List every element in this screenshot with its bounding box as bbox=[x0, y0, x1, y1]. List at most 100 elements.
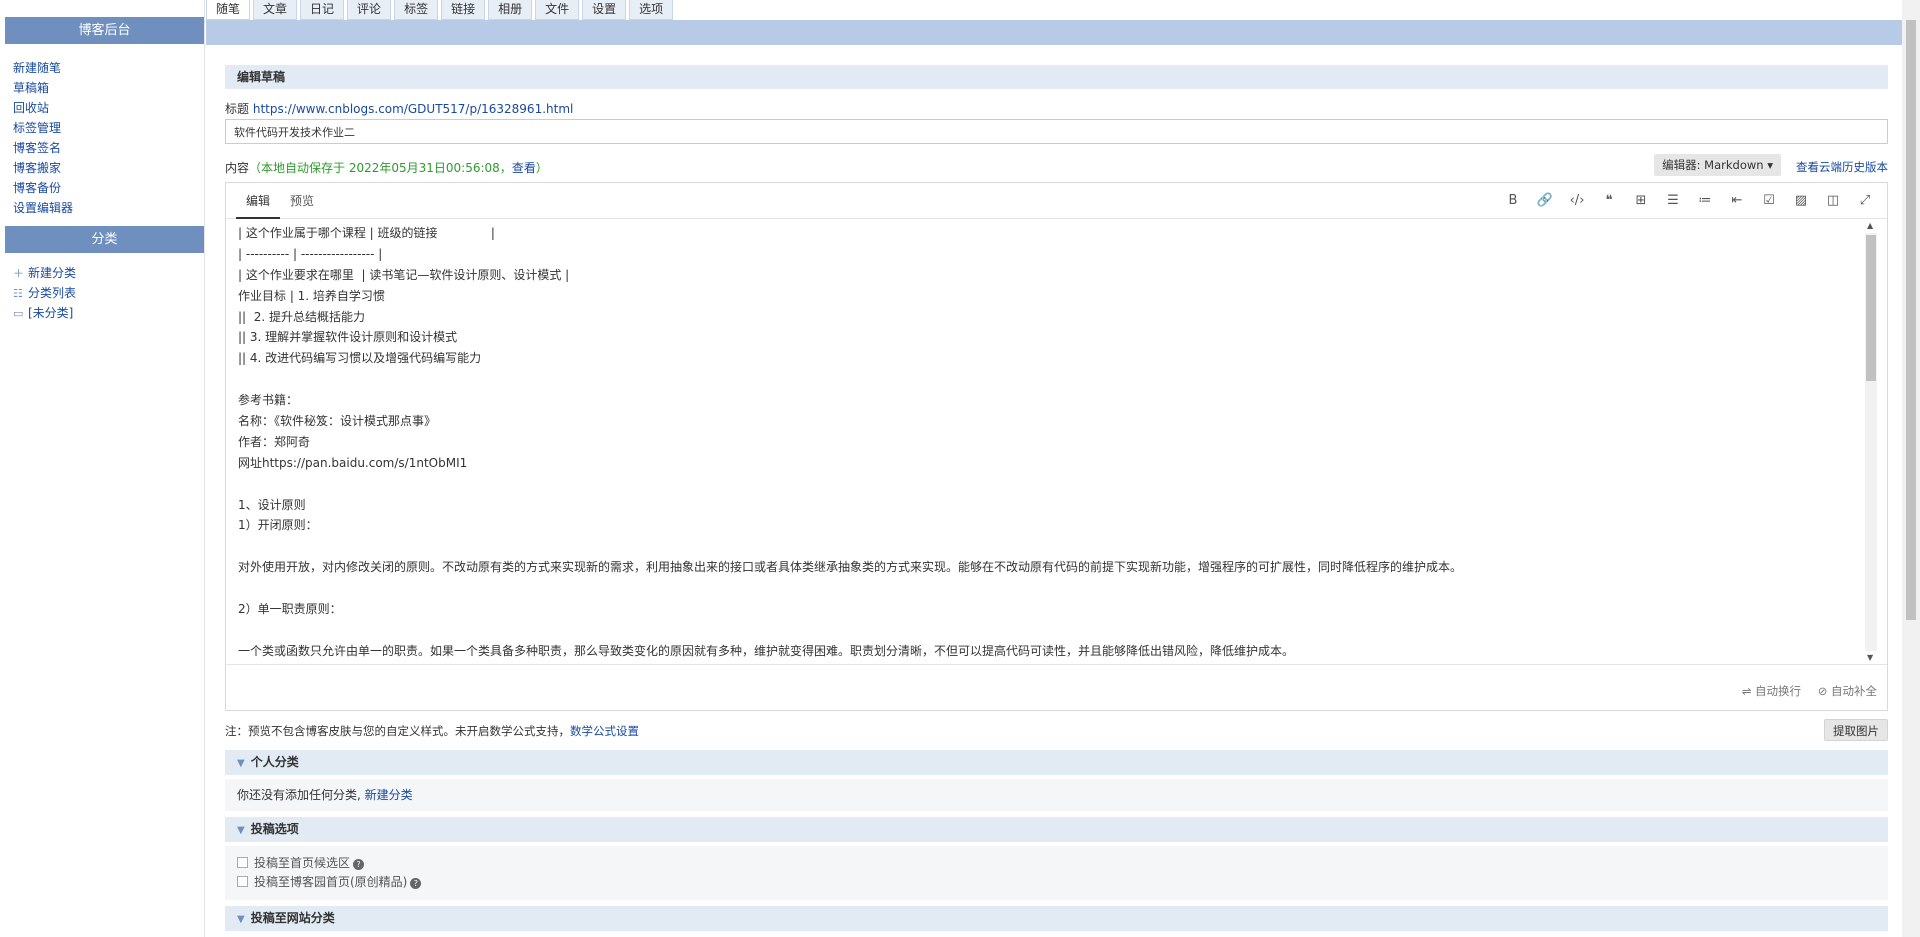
submit-options-body: 投稿至首页候选区? 投稿至博客园首页(原创精品)? bbox=[225, 846, 1888, 900]
category-header: 分类 bbox=[5, 226, 204, 253]
history-link[interactable]: 查看云端历史版本 bbox=[1796, 159, 1888, 175]
numbered-list-icon[interactable]: ≔ bbox=[1689, 192, 1721, 210]
tab-options[interactable]: 选项 bbox=[629, 0, 674, 20]
sidebar-item-drafts[interactable]: 草稿箱 bbox=[13, 78, 204, 98]
math-settings-link[interactable]: 数学公式设置 bbox=[570, 724, 639, 738]
scroll-thumb[interactable] bbox=[1866, 235, 1876, 381]
link-icon[interactable]: 🔗 bbox=[1529, 192, 1561, 210]
tab-diary[interactable]: 日记 bbox=[300, 0, 345, 20]
autosave-view-link[interactable]: 查看 bbox=[512, 161, 536, 175]
editor-line: 网址https://pan.baidu.com/s/1ntObMI1 bbox=[238, 455, 468, 470]
preview-note: 注：预览不包含博客皮肤与您的自定义样式。未开启数学公式支持，数学公式设置 提取图… bbox=[225, 717, 1888, 741]
indent-icon[interactable]: ⇤ bbox=[1721, 192, 1753, 210]
split-view-icon[interactable]: ◫ bbox=[1817, 192, 1849, 210]
site-category-header[interactable]: ▼ 投稿至网站分类 bbox=[225, 906, 1888, 931]
option-homepage-original[interactable]: 投稿至博客园首页(原创精品)? bbox=[237, 873, 1876, 892]
category-uncategorized-link[interactable]: [未分类] bbox=[28, 306, 73, 320]
submit-options-header[interactable]: ▼ 投稿选项 bbox=[225, 817, 1888, 842]
help-icon[interactable]: ? bbox=[353, 859, 365, 870]
tab-settings[interactable]: 设置 bbox=[582, 0, 627, 20]
autosave-close: ） bbox=[535, 161, 548, 175]
auto-complete-icon: ⊘ bbox=[1817, 684, 1831, 698]
checkbox[interactable] bbox=[237, 876, 248, 887]
sidebar-item-signature[interactable]: 博客签名 bbox=[13, 138, 204, 158]
editor-tabs: 编辑 预览 bbox=[236, 183, 324, 219]
category-uncategorized[interactable]: ▭ [未分类] bbox=[13, 303, 204, 323]
code-icon[interactable]: ‹/› bbox=[1561, 192, 1593, 210]
table-icon[interactable]: ⊞ bbox=[1625, 192, 1657, 210]
personal-category-panel: ▼ 个人分类 你还没有添加任何分类, 新建分类 bbox=[225, 750, 1888, 811]
sidebar-item-recycle-bin[interactable]: 回收站 bbox=[13, 98, 204, 118]
top-bar: 随笔 文章 日记 评论 标签 链接 相册 文件 设置 选项 bbox=[206, 0, 1920, 45]
tab-preview[interactable]: 预览 bbox=[280, 183, 324, 219]
checkbox[interactable] bbox=[237, 857, 248, 868]
tab-edit[interactable]: 编辑 bbox=[236, 183, 281, 219]
bullet-list-icon[interactable]: ☰ bbox=[1657, 192, 1689, 210]
auto-complete-toggle[interactable]: ⊘ 自动补全 bbox=[1818, 683, 1877, 699]
quote-icon[interactable]: ❝ bbox=[1593, 192, 1625, 210]
checkbox-icon[interactable]: ☑ bbox=[1753, 192, 1785, 210]
editor-body[interactable]: | 这个作业属于哪个课程 | 班级的链接 | | ---------- | ---… bbox=[226, 219, 1887, 665]
option-homepage-candidate[interactable]: 投稿至首页候选区? bbox=[237, 854, 1876, 873]
markdown-editor: 编辑 预览 B 🔗 ‹/› ❝ ⊞ ☰ ≔ ⇤ ☑ ▨ ◫ ⤢ | 这个作业属于哪个课程 | 班级的链… bbox=[225, 182, 1888, 711]
scroll-down-icon[interactable]: ▼ bbox=[1867, 653, 1875, 663]
sidebar-header: 博客后台 bbox=[5, 17, 204, 44]
category-new[interactable]: ＋ 新建分类 bbox=[13, 263, 204, 283]
category-new-link[interactable]: 新建分类 bbox=[28, 266, 76, 280]
main-tabs: 随笔 文章 日记 评论 标签 链接 相册 文件 设置 选项 bbox=[206, 0, 676, 20]
autosave-text: （本地自动保存于 2022年05月31日00:56:08， bbox=[249, 161, 512, 175]
page-scroll-thumb[interactable] bbox=[1906, 20, 1916, 620]
personal-category-header[interactable]: ▼ 个人分类 bbox=[225, 750, 1888, 775]
title-label: 标题 bbox=[225, 102, 250, 116]
editor-line: 名称：《软件秘笈：设计模式那点事》 bbox=[238, 414, 437, 429]
post-url-link[interactable]: https://www.cnblogs.com/GDUT517/p/163289… bbox=[253, 102, 574, 116]
sidebar-item-editor-settings[interactable]: 设置编辑器 bbox=[13, 198, 204, 218]
auto-wrap-toggle[interactable]: ⇌ 自动换行 bbox=[1742, 683, 1801, 699]
category-list-item[interactable]: ☷ 分类列表 bbox=[13, 283, 204, 303]
tab-articles[interactable]: 文章 bbox=[253, 0, 298, 20]
sidebar-item-migrate[interactable]: 博客搬家 bbox=[13, 158, 204, 178]
new-category-link[interactable]: 新建分类 bbox=[365, 788, 413, 802]
tab-files[interactable]: 文件 bbox=[535, 0, 580, 20]
content-label-group: 内容（本地自动保存于 2022年05月31日00:56:08，查看） bbox=[225, 159, 548, 176]
tab-posts[interactable]: 随笔 bbox=[206, 0, 251, 20]
sidebar-item-tag-manage[interactable]: 标签管理 bbox=[13, 118, 204, 138]
site-category-title: 投稿至网站分类 bbox=[250, 911, 335, 925]
personal-category-body: 你还没有添加任何分类, 新建分类 bbox=[225, 779, 1888, 811]
category-list: ＋ 新建分类 ☷ 分类列表 ▭ [未分类] bbox=[5, 253, 204, 323]
editor-select[interactable]: 编辑器: Markdown ▾ bbox=[1654, 154, 1781, 176]
chevron-down-icon: ▼ bbox=[237, 758, 245, 769]
auto-wrap-label: 自动换行 bbox=[1755, 684, 1801, 698]
tab-tags[interactable]: 标签 bbox=[394, 0, 439, 20]
fullscreen-icon[interactable]: ⤢ bbox=[1849, 192, 1881, 210]
editor-line: 参考书籍： bbox=[238, 393, 299, 408]
content-label: 内容 bbox=[225, 161, 250, 175]
note-text-group: 注：预览不包含博客皮肤与您的自定义样式。未开启数学公式支持，数学公式设置 bbox=[225, 723, 639, 739]
sidebar-links: 新建随笔 草稿箱 回收站 标签管理 博客签名 博客搬家 博客备份 设置编辑器 bbox=[5, 44, 204, 226]
image-icon[interactable]: ▨ bbox=[1785, 192, 1817, 210]
title-input[interactable] bbox=[225, 119, 1888, 144]
tab-comments[interactable]: 评论 bbox=[347, 0, 392, 20]
extract-images-button[interactable]: 提取图片 bbox=[1824, 719, 1888, 741]
editor-scrollbar[interactable]: ▲ ▼ bbox=[1865, 221, 1877, 663]
category-list-link[interactable]: 分类列表 bbox=[28, 286, 76, 300]
editor-icons: B 🔗 ‹/› ❝ ⊞ ☰ ≔ ⇤ ☑ ▨ ◫ ⤢ bbox=[1497, 192, 1881, 210]
page-scrollbar[interactable] bbox=[1902, 0, 1920, 937]
tab-links[interactable]: 链接 bbox=[441, 0, 486, 20]
bold-icon[interactable]: B bbox=[1497, 192, 1529, 210]
sidebar-item-new-post[interactable]: 新建随笔 bbox=[13, 58, 204, 78]
editor-line: 作者：郑阿奇 bbox=[238, 434, 311, 449]
tab-albums[interactable]: 相册 bbox=[488, 0, 533, 20]
plus-icon: ＋ bbox=[13, 267, 24, 280]
sidebar-item-backup[interactable]: 博客备份 bbox=[13, 178, 204, 198]
editor-line: 2）单一职责原则： bbox=[238, 602, 342, 617]
editor-textarea[interactable]: | 这个作业属于哪个课程 | 班级的链接 | | ---------- | ---… bbox=[238, 223, 1863, 662]
editor-line: || 2. 提升总结概括能力 bbox=[238, 309, 365, 324]
help-icon[interactable]: ? bbox=[410, 878, 422, 889]
scroll-up-icon[interactable]: ▲ bbox=[1867, 221, 1875, 231]
site-category-panel: ▼ 投稿至网站分类 bbox=[225, 906, 1888, 931]
